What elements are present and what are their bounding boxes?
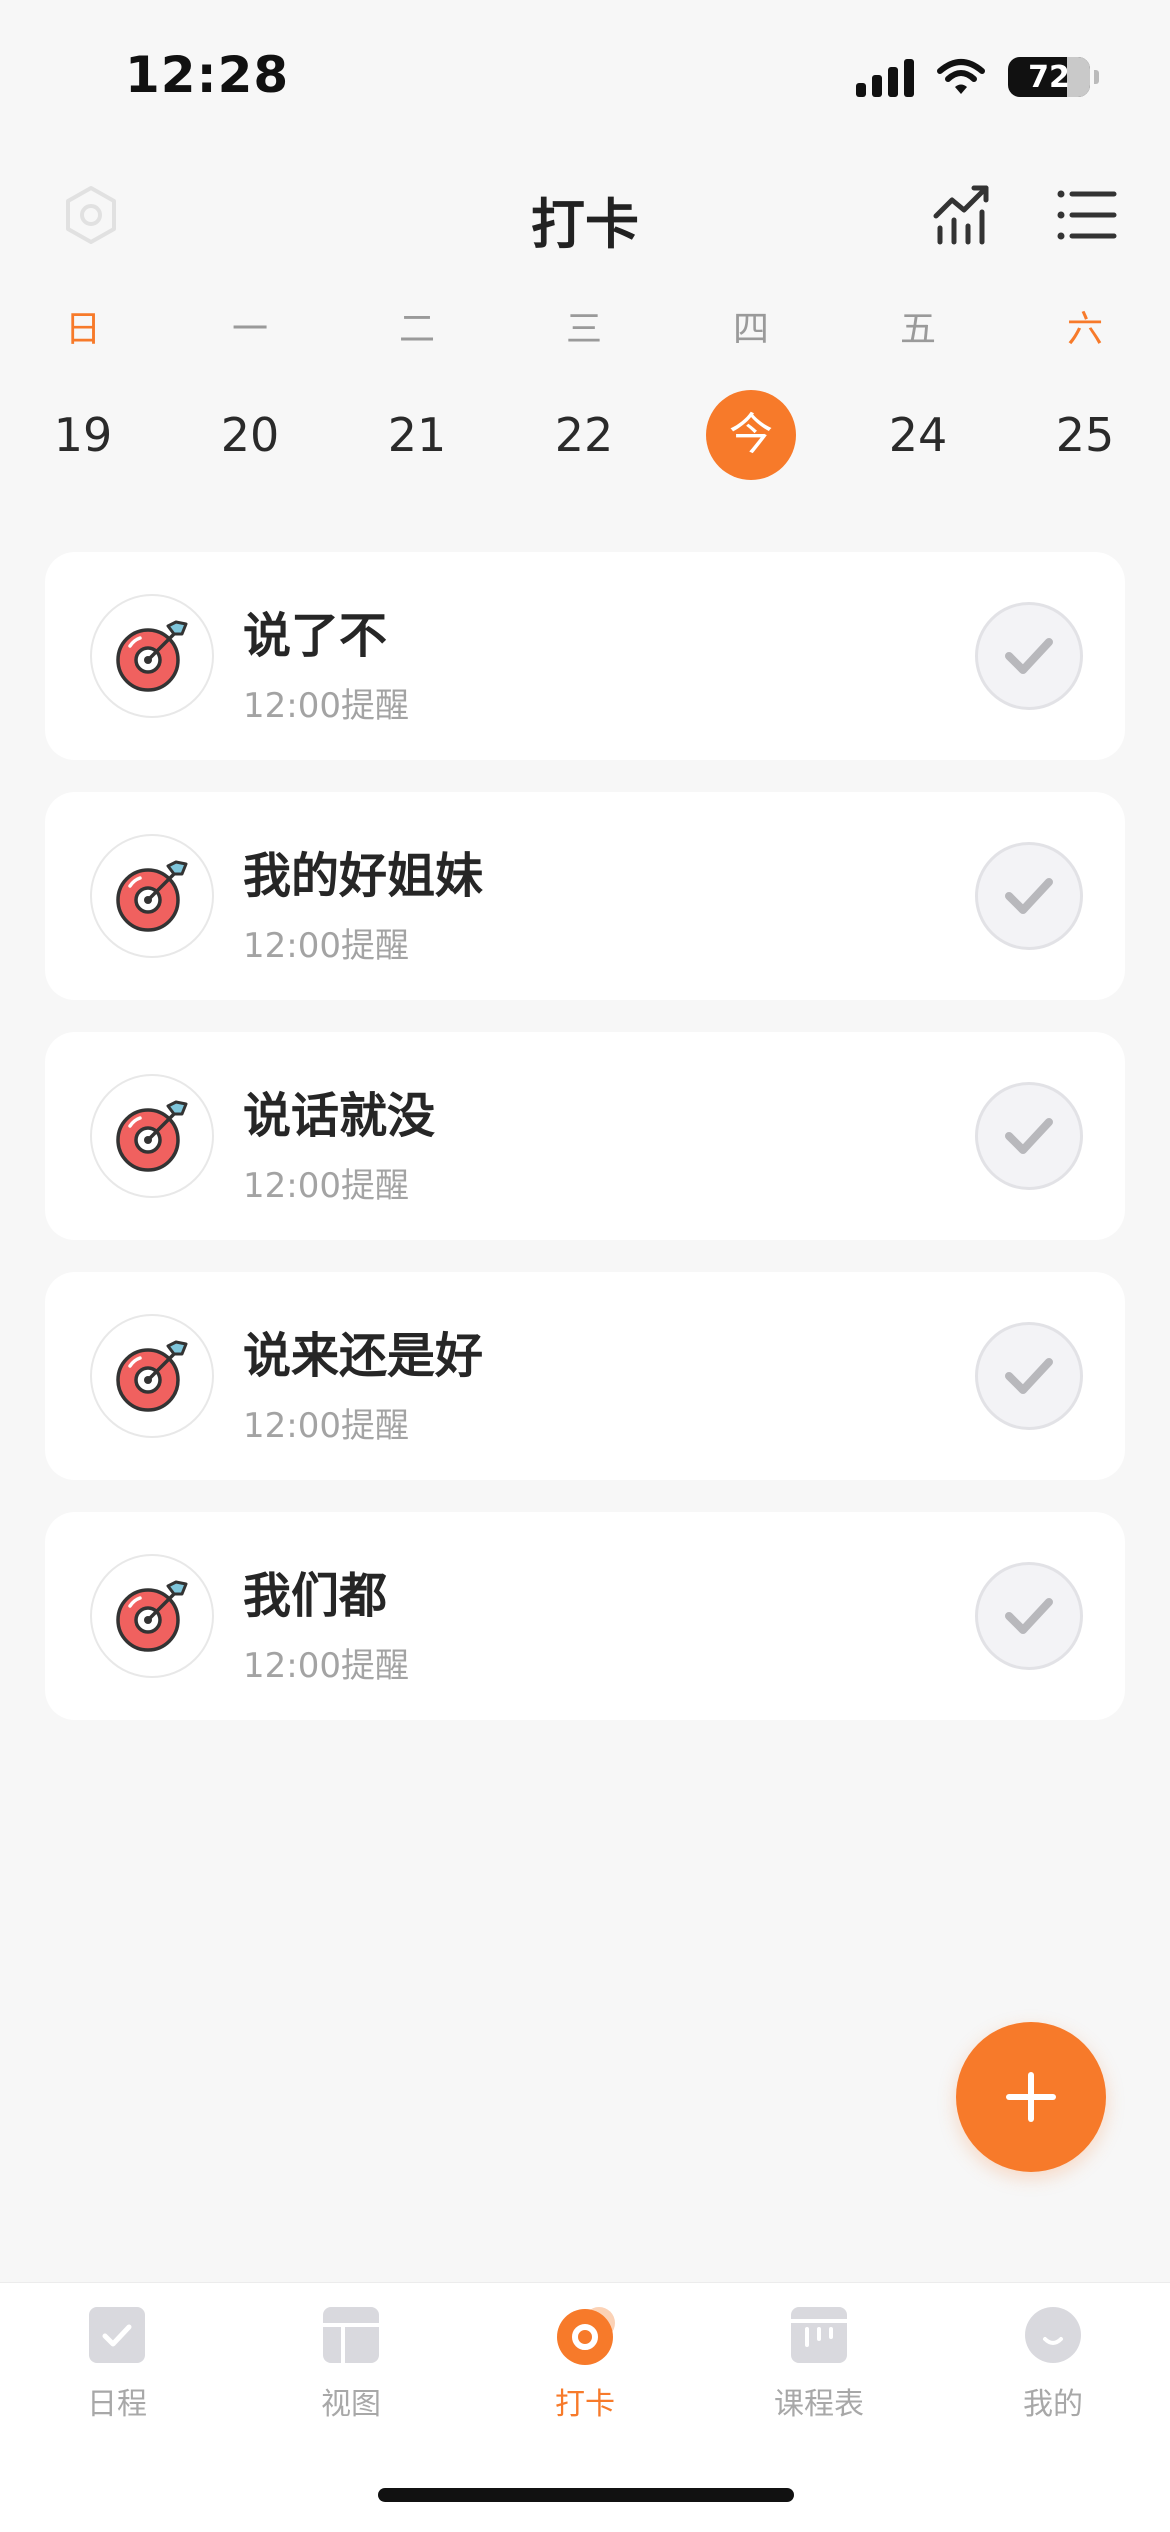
battery-icon: 72 xyxy=(1008,57,1099,97)
habit-card[interactable]: 说了不 12:00提醒 xyxy=(45,552,1125,760)
habit-reminder: 12:00提醒 xyxy=(243,1166,409,1206)
tab-timetable[interactable]: 课程表 xyxy=(719,2303,919,2423)
status-bar: 12:28 72 xyxy=(0,0,1170,150)
target-icon xyxy=(90,594,214,718)
schedule-check-icon xyxy=(89,2307,145,2363)
habit-title: 说话就没 xyxy=(243,1088,436,1144)
habit-reminder: 12:00提醒 xyxy=(243,1646,409,1686)
tab-label: 日程 xyxy=(87,2387,147,2422)
tab-label: 视图 xyxy=(321,2387,381,2422)
day-tue[interactable]: 二 21 xyxy=(357,300,477,480)
header: 打卡 xyxy=(0,170,1170,260)
plus-icon xyxy=(1006,2072,1056,2122)
list-menu-icon[interactable] xyxy=(1052,180,1122,250)
cellular-signal-icon xyxy=(856,57,914,97)
day-fri[interactable]: 五 24 xyxy=(858,300,978,480)
habit-card[interactable]: 我的好姐妹 12:00提醒 xyxy=(45,792,1125,1000)
day-sat[interactable]: 六 25 xyxy=(1025,300,1145,480)
habit-card[interactable]: 说来还是好 12:00提醒 xyxy=(45,1272,1125,1480)
tab-schedule[interactable]: 日程 xyxy=(17,2303,217,2423)
target-icon xyxy=(90,834,214,958)
target-icon xyxy=(90,1074,214,1198)
date-number: 21 xyxy=(387,408,447,462)
day-thu-today[interactable]: 四 今 xyxy=(691,300,811,480)
today-marker: 今 xyxy=(706,390,796,480)
weekday-label: 六 xyxy=(1066,309,1103,350)
habit-reminder: 12:00提醒 xyxy=(243,686,409,726)
checkin-button[interactable] xyxy=(975,1322,1083,1430)
add-habit-button[interactable] xyxy=(956,2022,1106,2172)
status-time: 12:28 xyxy=(125,46,290,104)
tab-profile[interactable]: 我的 xyxy=(953,2303,1153,2423)
tab-label: 课程表 xyxy=(774,2387,864,2422)
weekday-label: 日 xyxy=(64,309,101,350)
status-icons: 72 xyxy=(856,52,1099,102)
checkin-button[interactable] xyxy=(975,1082,1083,1190)
checkin-button[interactable] xyxy=(975,842,1083,950)
weekday-label: 三 xyxy=(565,309,602,350)
date-number: 20 xyxy=(220,408,280,462)
weekday-label: 五 xyxy=(899,309,936,350)
checkmark-icon xyxy=(1005,1118,1053,1154)
target-icon xyxy=(90,1314,214,1438)
checkin-button[interactable] xyxy=(975,1562,1083,1670)
weekday-label: 一 xyxy=(231,309,268,350)
date-number: 19 xyxy=(53,408,113,462)
date-number: 25 xyxy=(1055,408,1115,462)
weekday-label: 二 xyxy=(398,309,435,350)
view-layout-icon xyxy=(323,2307,379,2363)
checkin-button[interactable] xyxy=(975,602,1083,710)
habit-title: 说来还是好 xyxy=(243,1328,484,1384)
habit-title: 我的好姐妹 xyxy=(243,848,484,904)
checkmark-icon xyxy=(1005,1598,1053,1634)
habit-reminder: 12:00提醒 xyxy=(243,1406,409,1446)
checkmark-icon xyxy=(1005,878,1053,914)
tab-view[interactable]: 视图 xyxy=(251,2303,451,2423)
tab-label: 打卡 xyxy=(555,2387,615,2422)
habit-card[interactable]: 说话就没 12:00提醒 xyxy=(45,1032,1125,1240)
day-wed[interactable]: 三 22 xyxy=(524,300,644,480)
checkin-ring-icon xyxy=(557,2307,615,2365)
wifi-icon xyxy=(937,59,985,94)
habit-list: 说了不 12:00提醒 我的好姐妹 12:00提醒 说话就没 12:00提醒 说… xyxy=(45,552,1125,1752)
battery-level: 72 xyxy=(1028,59,1070,95)
tab-checkin[interactable]: 打卡 xyxy=(485,2303,685,2423)
date-number: 24 xyxy=(888,408,948,462)
checkmark-icon xyxy=(1005,638,1053,674)
target-icon xyxy=(90,1554,214,1678)
habit-reminder: 12:00提醒 xyxy=(243,926,409,966)
week-strip: 日 19 一 20 二 21 三 22 四 今 五 24 六 25 xyxy=(0,300,1170,500)
statistics-chart-icon[interactable] xyxy=(928,180,998,250)
habit-title: 说了不 xyxy=(243,608,388,664)
checkmark-icon xyxy=(1005,1358,1053,1394)
day-sun[interactable]: 日 19 xyxy=(23,300,143,480)
day-mon[interactable]: 一 20 xyxy=(190,300,310,480)
weekday-label: 四 xyxy=(732,309,769,350)
tab-label: 我的 xyxy=(1023,2387,1083,2422)
habit-title: 我们都 xyxy=(243,1568,388,1624)
timetable-icon xyxy=(791,2307,847,2363)
habit-card[interactable]: 我们都 12:00提醒 xyxy=(45,1512,1125,1720)
profile-face-icon xyxy=(1025,2307,1081,2363)
date-number: 22 xyxy=(554,408,614,462)
home-indicator[interactable] xyxy=(378,2488,794,2502)
